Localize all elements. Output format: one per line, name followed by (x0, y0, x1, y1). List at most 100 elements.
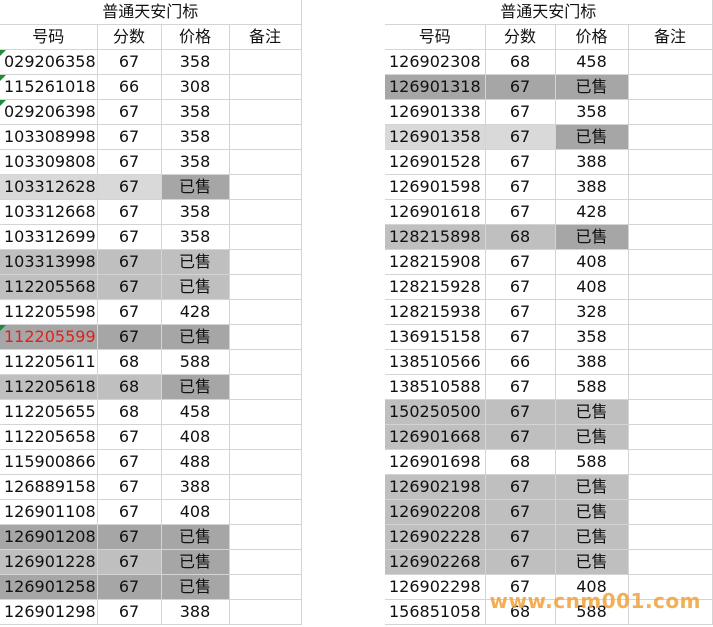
price-cell[interactable]: 388 (555, 174, 629, 200)
note-cell[interactable] (628, 349, 713, 375)
note-cell[interactable] (229, 399, 302, 425)
price-cell[interactable]: 388 (161, 599, 230, 625)
number-cell[interactable]: 112205655 (0, 399, 98, 425)
score-cell[interactable]: 67 (97, 474, 162, 500)
price-cell[interactable]: 408 (555, 249, 629, 275)
note-cell[interactable] (229, 174, 302, 200)
price-cell[interactable]: 已售 (161, 374, 230, 400)
score-cell[interactable]: 68 (97, 349, 162, 375)
price-cell[interactable]: 已售 (555, 474, 629, 500)
note-cell[interactable] (628, 224, 713, 250)
price-cell[interactable]: 已售 (555, 74, 629, 100)
price-cell[interactable]: 已售 (161, 574, 230, 600)
note-cell[interactable] (628, 374, 713, 400)
number-cell[interactable]: 128215938 (385, 299, 486, 325)
number-cell[interactable]: 126901598 (385, 174, 486, 200)
number-cell[interactable]: 126902308 (385, 49, 486, 75)
score-cell[interactable]: 67 (485, 74, 556, 100)
price-cell[interactable]: 已售 (161, 249, 230, 275)
score-cell[interactable]: 67 (97, 499, 162, 525)
price-cell[interactable]: 358 (161, 224, 230, 250)
note-cell[interactable] (628, 424, 713, 450)
score-cell[interactable]: 66 (97, 74, 162, 100)
note-cell[interactable] (628, 99, 713, 125)
score-cell[interactable]: 67 (97, 599, 162, 625)
price-cell[interactable]: 408 (161, 499, 230, 525)
note-cell[interactable] (229, 124, 302, 150)
number-cell[interactable]: 112205611 (0, 349, 98, 375)
score-cell[interactable]: 67 (97, 174, 162, 200)
note-cell[interactable] (628, 149, 713, 175)
note-cell[interactable] (229, 599, 302, 625)
score-cell[interactable]: 67 (485, 99, 556, 125)
price-cell[interactable]: 428 (555, 199, 629, 225)
score-cell[interactable]: 68 (485, 49, 556, 75)
number-cell[interactable]: 128215908 (385, 249, 486, 275)
price-cell[interactable]: 已售 (161, 549, 230, 575)
number-cell[interactable]: 115261018 (0, 74, 98, 100)
number-cell[interactable]: 112205598 (0, 299, 98, 325)
score-cell[interactable]: 67 (97, 149, 162, 175)
note-cell[interactable] (628, 449, 713, 475)
note-cell[interactable] (229, 99, 302, 125)
price-cell[interactable]: 358 (555, 99, 629, 125)
score-cell[interactable]: 67 (485, 124, 556, 150)
price-cell[interactable]: 已售 (161, 174, 230, 200)
score-cell[interactable]: 67 (97, 574, 162, 600)
score-cell[interactable]: 67 (485, 399, 556, 425)
number-cell[interactable]: 126889158 (0, 474, 98, 500)
score-cell[interactable]: 67 (97, 99, 162, 125)
note-cell[interactable] (229, 449, 302, 475)
number-cell[interactable]: 138510566 (385, 349, 486, 375)
price-cell[interactable]: 已售 (555, 499, 629, 525)
note-cell[interactable] (229, 299, 302, 325)
price-cell[interactable]: 388 (555, 349, 629, 375)
number-cell[interactable]: 126901668 (385, 424, 486, 450)
note-cell[interactable] (229, 274, 302, 300)
number-cell[interactable]: 126902208 (385, 499, 486, 525)
number-cell[interactable]: 115900866 (0, 449, 98, 475)
number-cell[interactable]: 126901358 (385, 124, 486, 150)
price-cell[interactable]: 458 (161, 399, 230, 425)
price-cell[interactable]: 358 (161, 149, 230, 175)
score-cell[interactable]: 67 (485, 174, 556, 200)
score-cell[interactable]: 67 (97, 224, 162, 250)
number-cell[interactable]: 103312668 (0, 199, 98, 225)
score-cell[interactable]: 67 (97, 274, 162, 300)
number-cell[interactable]: 103313998 (0, 249, 98, 275)
price-cell[interactable]: 588 (161, 349, 230, 375)
number-cell[interactable]: 126901258 (0, 574, 98, 600)
number-cell[interactable]: 103309808 (0, 149, 98, 175)
score-cell[interactable]: 67 (485, 499, 556, 525)
note-cell[interactable] (229, 374, 302, 400)
number-cell[interactable]: 150250500 (385, 399, 486, 425)
score-cell[interactable]: 67 (485, 249, 556, 275)
price-cell[interactable]: 358 (161, 99, 230, 125)
price-cell[interactable]: 已售 (555, 424, 629, 450)
price-cell[interactable]: 388 (555, 149, 629, 175)
note-cell[interactable] (628, 49, 713, 75)
price-cell[interactable]: 358 (161, 49, 230, 75)
number-cell[interactable]: 126902298 (385, 574, 486, 600)
score-cell[interactable]: 67 (97, 199, 162, 225)
number-cell[interactable]: 112205599 (0, 324, 98, 350)
number-cell[interactable]: 126901208 (0, 524, 98, 550)
price-cell[interactable]: 已售 (555, 399, 629, 425)
number-cell[interactable]: 126901528 (385, 149, 486, 175)
note-cell[interactable] (628, 74, 713, 100)
price-cell[interactable]: 已售 (555, 224, 629, 250)
price-cell[interactable]: 已售 (555, 549, 629, 575)
price-cell[interactable]: 588 (555, 374, 629, 400)
score-cell[interactable]: 67 (97, 124, 162, 150)
number-cell[interactable]: 112205568 (0, 274, 98, 300)
number-cell[interactable]: 112205658 (0, 424, 98, 450)
score-cell[interactable]: 67 (485, 324, 556, 350)
price-cell[interactable]: 358 (161, 199, 230, 225)
note-cell[interactable] (229, 199, 302, 225)
number-cell[interactable]: 029206398 (0, 99, 98, 125)
price-cell[interactable]: 458 (555, 49, 629, 75)
number-cell[interactable]: 126901318 (385, 74, 486, 100)
number-cell[interactable]: 126902198 (385, 474, 486, 500)
number-cell[interactable]: 126901228 (0, 549, 98, 575)
note-cell[interactable] (229, 499, 302, 525)
